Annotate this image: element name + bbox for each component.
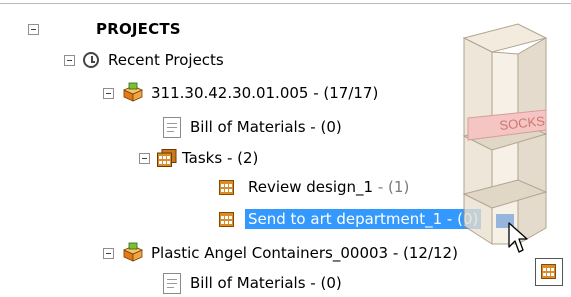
tree-node-recent-projects[interactable]: Recent Projects <box>0 47 320 73</box>
tree-node-task-review[interactable]: Review design_1 - (1) <box>0 174 409 200</box>
collapse-toggle[interactable] <box>103 88 114 99</box>
document-icon <box>163 117 181 138</box>
calendar-icon <box>219 180 234 195</box>
tree-node-bom-1[interactable]: Bill of Materials - (0) <box>0 114 342 140</box>
top-divider <box>0 3 571 4</box>
document-icon <box>163 273 181 294</box>
project-count: 17/17 <box>329 84 373 102</box>
tree-node-projects[interactable]: PROJECTS <box>0 16 300 42</box>
project-count: 12/12 <box>408 244 453 262</box>
tasks-calendar-icon <box>157 149 177 167</box>
tree-node-bom-2[interactable]: Bill of Materials - (0) <box>0 270 342 296</box>
tree-node-project-311[interactable]: 311.30.42.30.01.005 - (17/17) <box>0 80 520 106</box>
tree-label-task-send-to-art: Send to art department_1 - (0) <box>245 209 482 229</box>
collapse-toggle[interactable] <box>28 24 39 35</box>
tree-label-projects: PROJECTS <box>96 20 181 38</box>
tree-label-bom-2: Bill of Materials - (0) <box>190 274 342 292</box>
project-box-icon <box>123 242 143 262</box>
tree-label-recent-projects: Recent Projects <box>108 51 224 69</box>
collapse-toggle[interactable] <box>139 153 150 164</box>
tree-node-tasks[interactable]: Tasks - (2) <box>0 145 320 171</box>
task-count: - (1) <box>373 178 410 196</box>
tree-label-task-review: Review design_1 - (1) <box>248 178 409 196</box>
project-name: Plastic Angel Containers_00003 - ( <box>151 244 409 262</box>
calendar-icon <box>219 212 234 227</box>
project-box-icon <box>123 82 143 102</box>
tree-label-project-plastic-angel: Plastic Angel Containers_00003 - (12/12) <box>151 244 458 262</box>
collapse-toggle[interactable] <box>103 248 114 259</box>
drag-preview-image: SOCKS <box>462 23 548 245</box>
clock-icon <box>83 52 99 68</box>
tree-label-project-311: 311.30.42.30.01.005 - (17/17) <box>151 84 379 102</box>
tree-label-bom-1: Bill of Materials - (0) <box>190 118 342 136</box>
tree-label-tasks: Tasks - (2) <box>182 149 259 167</box>
collapse-toggle[interactable] <box>64 55 75 66</box>
project-name: 311.30.42.30.01.005 - ( <box>151 84 330 102</box>
mouse-pointer-icon <box>508 222 528 253</box>
task-name: Review design_1 <box>248 178 374 196</box>
drag-badge-calendar-icon <box>535 258 563 286</box>
calendar-icon <box>541 264 556 279</box>
